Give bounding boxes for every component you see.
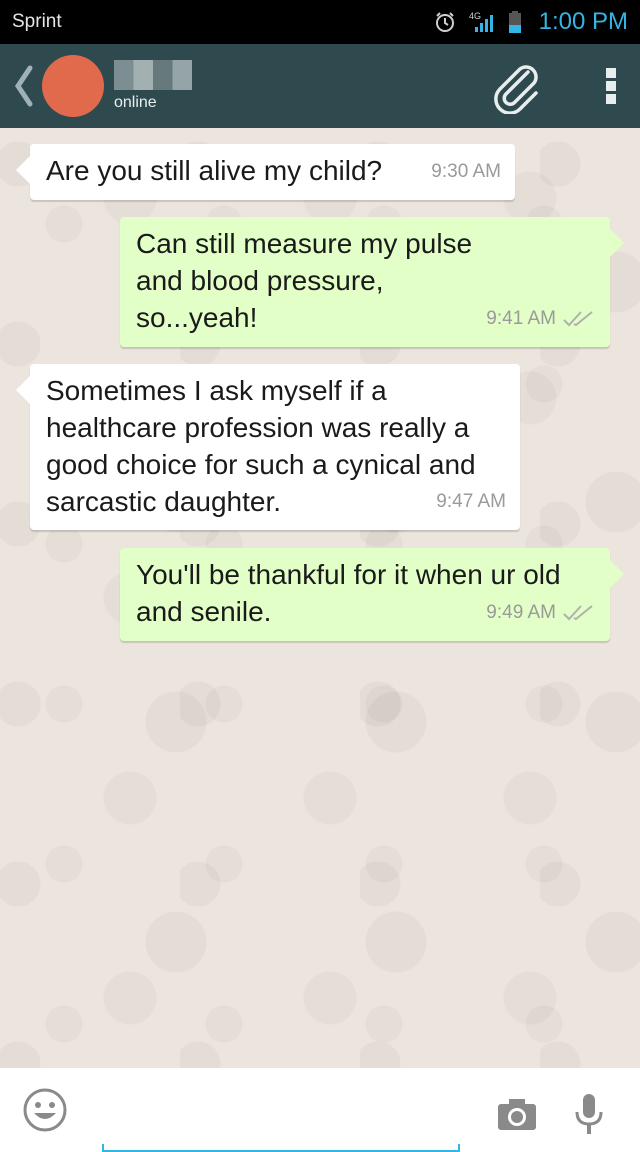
message-meta: 9:47 AM [436, 483, 506, 520]
message-bubble-outgoing[interactable]: Can still measure my pulse and blood pre… [120, 217, 624, 347]
message-bubble-outgoing[interactable]: You'll be thankful for it when ur old an… [120, 548, 624, 641]
contact-status: online [114, 94, 157, 111]
compose-bar [0, 1068, 640, 1152]
carrier-label: Sprint [12, 11, 62, 32]
message-time: 9:30 AM [431, 161, 501, 182]
battery-icon [507, 10, 523, 34]
message-meta: 9:30 AM [431, 153, 501, 190]
message-text: Can still measure my pulse and blood pre… [136, 228, 473, 333]
microphone-icon[interactable] [574, 1092, 604, 1136]
message-time: 9:41 AM [486, 308, 556, 329]
message-time: 9:49 AM [486, 602, 556, 623]
emoji-icon[interactable] [20, 1085, 70, 1135]
message-time: 9:47 AM [436, 491, 506, 512]
back-arrow-icon[interactable] [10, 60, 38, 112]
network-label: 4G [469, 11, 481, 21]
avatar[interactable] [42, 55, 104, 117]
double-check-icon [562, 310, 596, 328]
message-bubble-incoming[interactable]: Sometimes I ask myself if a healthcare p… [16, 364, 520, 530]
message-meta: 9:49 AM [486, 594, 596, 631]
camera-icon[interactable] [496, 1096, 538, 1132]
clock: 1:00 PM [538, 8, 628, 35]
signal-icon: 4G [467, 10, 497, 34]
status-icons: 4G 1:00 PM [433, 8, 628, 36]
message-bubble-incoming[interactable]: Are you still alive my child? 9:30 AM [16, 144, 515, 200]
input-underline [102, 1144, 460, 1152]
message-input[interactable] [102, 20, 460, 72]
overflow-menu-icon[interactable] [596, 56, 626, 116]
paperclip-icon[interactable] [486, 56, 546, 116]
double-check-icon [562, 604, 596, 622]
message-meta: 9:41 AM [486, 300, 596, 337]
conversation[interactable]: Are you still alive my child? 9:30 AM Ca… [0, 128, 640, 1068]
